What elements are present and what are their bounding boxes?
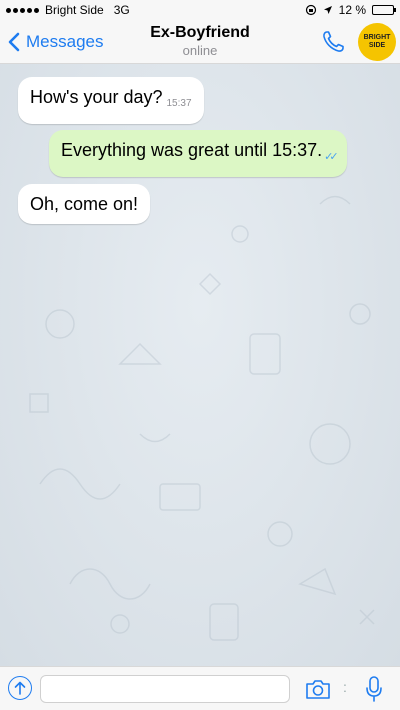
contact-status: online <box>182 43 218 58</box>
conversation-header[interactable]: Ex-Boyfriend online <box>100 23 300 59</box>
message-text: Everything was great until 15:37. <box>61 140 323 160</box>
avatar-text-line1: BRIGHT <box>363 34 391 41</box>
message-input[interactable] <box>40 675 290 703</box>
location-arrow-icon <box>323 6 332 14</box>
message-bubble-outgoing[interactable]: Everything was great until 15:37. ✓✓ <box>49 130 347 177</box>
contact-name: Ex-Boyfriend <box>150 24 250 41</box>
network-type: 3G <box>113 3 130 17</box>
double-check-icon: ✓✓ <box>324 151 339 163</box>
back-button-label: Messages <box>26 32 104 51</box>
arrow-up-circle-icon[interactable] <box>8 676 32 700</box>
avatar-text-line2: SIDE <box>368 42 386 49</box>
message-input-bar: : <box>0 666 400 710</box>
avatar[interactable]: BRIGHT SIDE <box>358 23 396 61</box>
status-right-group: 12 % <box>305 0 396 20</box>
battery-icon <box>372 5 396 15</box>
battery-percentage: 12 % <box>338 3 366 17</box>
navigation-bar: Messages Ex-Boyfriend online BRIGHT SIDE <box>0 20 400 64</box>
message-bubble-incoming[interactable]: How's your day? 15:37 <box>18 77 204 124</box>
carrier-name: Bright Side <box>45 3 104 17</box>
microphone-icon[interactable] <box>364 675 384 703</box>
chat-area[interactable]: How's your day? 15:37 Everything was grea… <box>0 64 400 666</box>
signal-strength-icon <box>6 7 39 13</box>
back-button[interactable]: Messages <box>8 28 103 56</box>
lock-rotation-icon <box>305 4 316 16</box>
message-timestamp: 15:37 <box>166 98 192 109</box>
message-bubble-incoming[interactable]: Oh, come on! <box>18 184 151 224</box>
status-bar: Bright Side 3G 12 % <box>0 0 400 20</box>
chevron-left-icon <box>8 32 20 52</box>
arrow-up-icon <box>14 681 26 695</box>
phone-icon[interactable] <box>320 29 346 55</box>
camera-icon[interactable] <box>304 677 332 701</box>
separator: : <box>343 679 347 695</box>
message-text: How's your day? <box>30 87 163 107</box>
message-text: Oh, come on! <box>30 194 139 214</box>
